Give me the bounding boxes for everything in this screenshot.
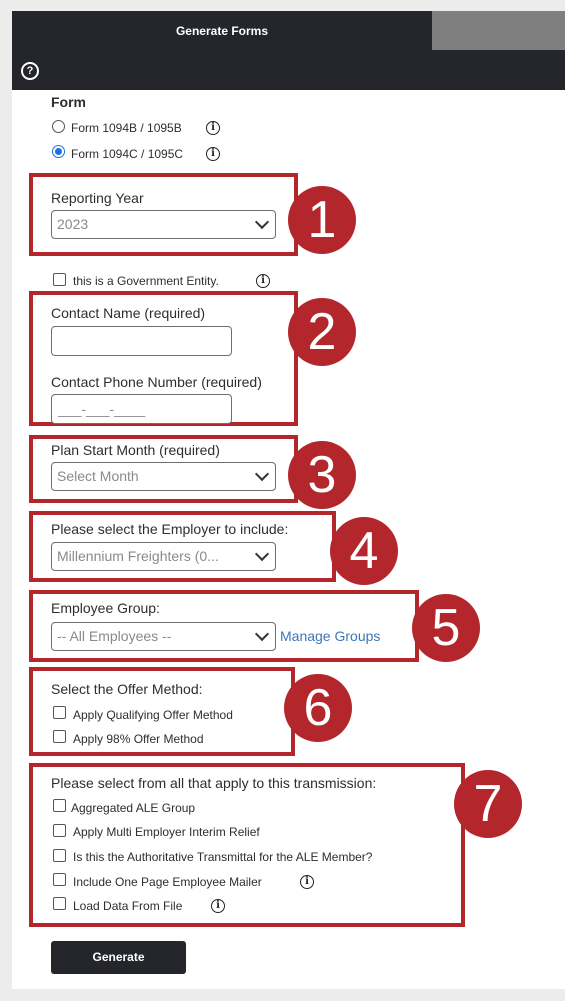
step-badge-2: 2	[288, 298, 356, 366]
help-icon[interactable]: ?	[21, 62, 39, 80]
header-tab-placeholder	[432, 11, 565, 50]
chevron-down-icon	[254, 626, 270, 642]
government-entity-checkbox[interactable]	[53, 273, 66, 286]
step-badge-7: 7	[454, 770, 522, 838]
step-badge-5: 5	[412, 594, 480, 662]
reporting-year-select[interactable]: 2023	[51, 210, 276, 239]
reporting-year-value: 2023	[57, 216, 89, 232]
info-icon[interactable]: i	[206, 121, 220, 135]
contact-phone-label: Contact Phone Number (required)	[51, 374, 262, 390]
info-icon[interactable]: i	[206, 147, 220, 161]
info-icon[interactable]: i	[300, 875, 314, 889]
manage-groups-link[interactable]: Manage Groups	[280, 628, 380, 644]
info-icon[interactable]: i	[256, 274, 270, 288]
employee-group-label: Employee Group:	[51, 600, 160, 616]
chevron-down-icon	[254, 466, 270, 482]
employee-group-select[interactable]: -- All Employees --	[51, 622, 276, 651]
offer-98-label: Apply 98% Offer Method	[73, 732, 204, 746]
contact-name-label: Contact Name (required)	[51, 305, 206, 321]
employee-group-value: -- All Employees --	[57, 628, 172, 644]
info-icon[interactable]: i	[211, 899, 225, 913]
contact-phone-input[interactable]: ___-___-____	[51, 394, 232, 424]
radio-form-1094c-label: Form 1094C / 1095C	[71, 147, 184, 161]
employee-mailer-label: Include One Page Employee Mailer	[73, 875, 262, 889]
aggregated-ale-checkbox[interactable]	[53, 799, 66, 812]
chevron-down-icon	[254, 214, 270, 230]
reporting-year-label: Reporting Year	[51, 190, 144, 206]
multi-employer-label: Apply Multi Employer Interim Relief	[73, 825, 260, 839]
generate-button[interactable]: Generate	[51, 941, 186, 974]
toolbar: ?	[12, 51, 565, 90]
government-entity-label: this is a Government Entity.	[73, 274, 219, 288]
qualifying-offer-label: Apply Qualifying Offer Method	[73, 708, 233, 722]
step-badge-4: 4	[330, 517, 398, 585]
employer-value: Millennium Freighters (0...	[57, 548, 219, 564]
chevron-down-icon	[254, 546, 270, 562]
radio-form-1094b[interactable]	[52, 120, 65, 133]
page-title: Generate Forms	[175, 24, 269, 38]
multi-employer-checkbox[interactable]	[53, 824, 66, 837]
transmission-label: Please select from all that apply to thi…	[51, 775, 377, 791]
offer-method-label: Select the Offer Method:	[51, 681, 203, 697]
employer-label: Please select the Employer to include:	[51, 521, 289, 537]
aggregated-ale-label: Aggregated ALE Group	[71, 801, 196, 815]
form-type-label: Form	[51, 94, 86, 110]
employer-select[interactable]: Millennium Freighters (0...	[51, 542, 276, 571]
employee-mailer-checkbox[interactable]	[53, 873, 66, 886]
form-panel: Form Form 1094B / 1095B i Form 1094C / 1…	[12, 90, 565, 989]
plan-start-label: Plan Start Month (required)	[51, 442, 220, 458]
qualifying-offer-checkbox[interactable]	[53, 706, 66, 719]
plan-start-value: Select Month	[57, 468, 139, 484]
contact-name-input[interactable]	[51, 326, 232, 356]
step-badge-3: 3	[288, 441, 356, 509]
load-data-label: Load Data From File	[73, 899, 183, 913]
authoritative-transmittal-checkbox[interactable]	[53, 849, 66, 862]
plan-start-select[interactable]: Select Month	[51, 462, 276, 491]
load-data-checkbox[interactable]	[53, 897, 66, 910]
step-badge-1: 1	[288, 186, 356, 254]
authoritative-transmittal-label: Is this the Authoritative Transmittal fo…	[73, 850, 373, 864]
offer-98-checkbox[interactable]	[53, 730, 66, 743]
radio-form-1094c[interactable]	[52, 145, 65, 158]
step-badge-6: 6	[284, 674, 352, 742]
radio-form-1094b-label: Form 1094B / 1095B	[71, 121, 182, 135]
